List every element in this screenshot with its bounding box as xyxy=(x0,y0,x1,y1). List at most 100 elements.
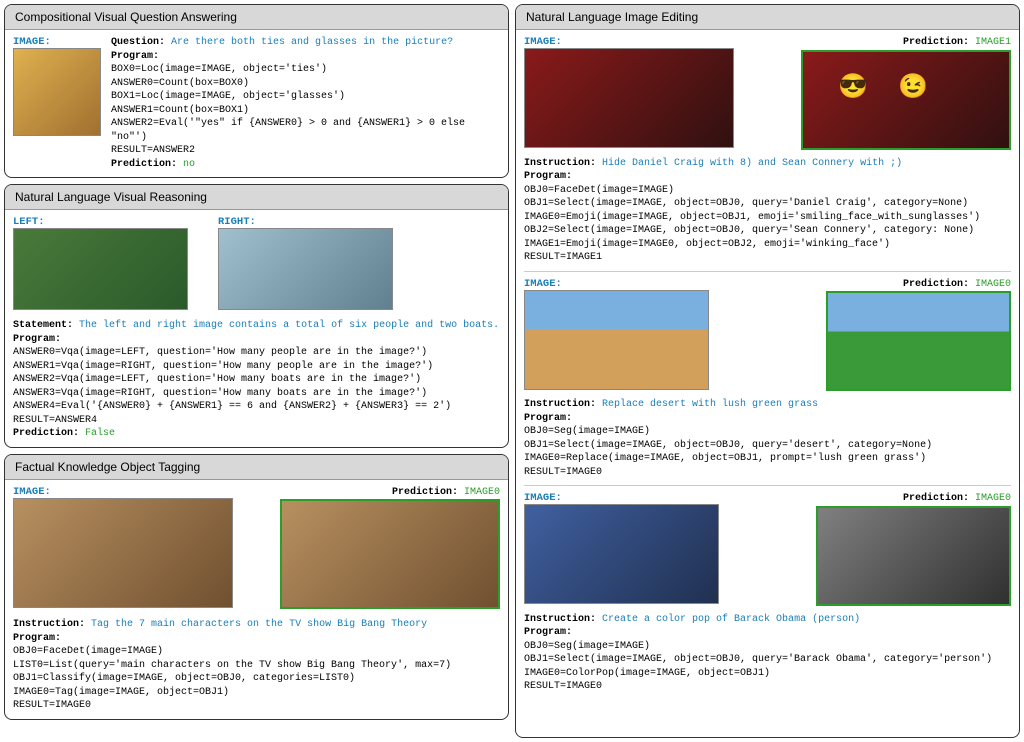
vqa-pred-label: Prediction: xyxy=(111,159,177,170)
vqa-pred-value: no xyxy=(183,159,195,170)
edit1-instruction-text: Hide Daniel Craig with 8) and Sean Conne… xyxy=(602,158,902,169)
edit2-instruction-label: Instruction: xyxy=(524,399,596,410)
vqa-program-label: Program: xyxy=(111,50,500,64)
tagging-instruction-text: Tag the 7 main characters on the TV show… xyxy=(91,619,427,630)
edit2-image-label: IMAGE: xyxy=(524,278,709,290)
edit2-pred-label: Prediction: xyxy=(903,279,969,290)
right-column: Natural Language Image Editing IMAGE: Pr… xyxy=(515,4,1020,738)
edit2-image-output xyxy=(826,291,1011,391)
edit3-pred-block: Prediction: IMAGE0 xyxy=(816,492,1011,609)
edit2-instruction-line: Instruction: Replace desert with lush gr… xyxy=(524,398,1011,412)
edit2-instruction-text: Replace desert with lush green grass xyxy=(602,399,818,410)
panel-tagging: Factual Knowledge Object Tagging IMAGE: … xyxy=(4,454,509,720)
edit2-pred-block: Prediction: IMAGE0 xyxy=(826,278,1011,395)
edit2-image-block: IMAGE: xyxy=(524,278,709,393)
panel-editing-body: IMAGE: Prediction: IMAGE1 😎 😉 Instructi xyxy=(516,30,1019,700)
edit3-program-lines: OBJ0=Seg(image=IMAGE) OBJ1=Select(image=… xyxy=(524,640,1011,694)
vqa-prediction-line: Prediction: no xyxy=(111,158,500,172)
nlvr-prediction-line: Prediction: False xyxy=(13,427,500,441)
edit1-program-label: Program: xyxy=(524,170,1011,184)
edit3-instruction-line: Instruction: Create a color pop of Barac… xyxy=(524,613,1011,627)
nlvr-right-label: RIGHT: xyxy=(218,216,393,228)
edit3-pred-line: Prediction: IMAGE0 xyxy=(816,492,1011,506)
vqa-image-label: IMAGE: xyxy=(13,36,101,48)
nlvr-program-label: Program: xyxy=(13,333,500,347)
edit1-image-output: 😎 😉 xyxy=(801,50,1011,150)
vqa-text-block: Question: Are there both ties and glasse… xyxy=(111,36,500,171)
edit1-program-lines: OBJ0=FaceDet(image=IMAGE) OBJ1=Select(im… xyxy=(524,184,1011,265)
nlvr-right-image xyxy=(218,228,393,310)
edit3-program-label: Program: xyxy=(524,626,1011,640)
edit3-pred-value: IMAGE0 xyxy=(975,493,1011,504)
edit1-top-row: IMAGE: Prediction: IMAGE1 😎 😉 xyxy=(524,36,1011,153)
tagging-pred-line: Prediction: IMAGE0 xyxy=(280,486,500,500)
edit1-pred-value: IMAGE1 xyxy=(975,37,1011,48)
panel-vqa: Compositional Visual Question Answering … xyxy=(4,4,509,178)
edit1-image-block: IMAGE: xyxy=(524,36,734,151)
edit3-image-output xyxy=(816,506,1011,606)
edit3-instruction-label: Instruction: xyxy=(524,614,596,625)
edit3-image-label: IMAGE: xyxy=(524,492,719,504)
edit3-top-row: IMAGE: Prediction: IMAGE0 xyxy=(524,492,1011,609)
vqa-question-label: Question: xyxy=(111,37,165,48)
edit2-top-row: IMAGE: Prediction: IMAGE0 xyxy=(524,278,1011,395)
edit1-pred-line: Prediction: IMAGE1 xyxy=(801,36,1011,50)
edit1-image-input xyxy=(524,48,734,148)
nlvr-images-row: LEFT: RIGHT: xyxy=(13,216,500,313)
vqa-program-lines: BOX0=Loc(image=IMAGE, object='ties') ANS… xyxy=(111,63,500,158)
tagging-image-output xyxy=(280,499,500,609)
nlvr-left-block: LEFT: xyxy=(13,216,188,313)
tagging-instruction-line: Instruction: Tag the 7 main characters o… xyxy=(13,618,500,632)
edit2-program-label: Program: xyxy=(524,412,1011,426)
nlvr-pred-value: False xyxy=(85,428,115,439)
left-column: Compositional Visual Question Answering … xyxy=(4,4,509,738)
edit3-image-block: IMAGE: xyxy=(524,492,719,607)
vqa-question-line: Question: Are there both ties and glasse… xyxy=(111,36,500,50)
panel-editing-header: Natural Language Image Editing xyxy=(516,5,1019,30)
edit1-pred-label: Prediction: xyxy=(903,37,969,48)
panel-nlvr-body: LEFT: RIGHT: Statement: The left and rig… xyxy=(5,210,508,447)
edit2-pred-value: IMAGE0 xyxy=(975,279,1011,290)
tagging-program-label: Program: xyxy=(13,632,500,646)
panel-nlvr-header: Natural Language Visual Reasoning xyxy=(5,185,508,210)
edit3-image-input xyxy=(524,504,719,604)
nlvr-pred-label: Prediction: xyxy=(13,428,79,439)
edit2-program-lines: OBJ0=Seg(image=IMAGE) OBJ1=Select(image=… xyxy=(524,425,1011,479)
panel-nlvr: Natural Language Visual Reasoning LEFT: … xyxy=(4,184,509,448)
edit3-pred-label: Prediction: xyxy=(903,493,969,504)
panel-editing: Natural Language Image Editing IMAGE: Pr… xyxy=(515,4,1020,738)
vqa-image-block: IMAGE: xyxy=(13,36,101,139)
edit2-image-input xyxy=(524,290,709,390)
edit1-pred-block: Prediction: IMAGE1 😎 😉 xyxy=(801,36,1011,153)
nlvr-left-label: LEFT: xyxy=(13,216,188,228)
nlvr-program-lines: ANSWER0=Vqa(image=LEFT, question='How ma… xyxy=(13,346,500,427)
edit3-instruction-text: Create a color pop of Barack Obama (pers… xyxy=(602,614,860,625)
wink-emoji-icon: 😉 xyxy=(898,72,928,101)
panel-tagging-body: IMAGE: Prediction: IMAGE0 Instruction: T… xyxy=(5,480,508,719)
edit1-instruction-label: Instruction: xyxy=(524,158,596,169)
panel-vqa-body: IMAGE: Question: Are there both ties and… xyxy=(5,30,508,177)
separator xyxy=(524,485,1011,486)
nlvr-statement-line: Statement: The left and right image cont… xyxy=(13,319,500,333)
nlvr-statement-text: The left and right image contains a tota… xyxy=(79,320,499,331)
tagging-pred-value: IMAGE0 xyxy=(464,487,500,498)
tagging-image-block: IMAGE: xyxy=(13,486,233,611)
nlvr-left-image xyxy=(13,228,188,310)
edit1-instruction-line: Instruction: Hide Daniel Craig with 8) a… xyxy=(524,157,1011,171)
panel-tagging-header: Factual Knowledge Object Tagging xyxy=(5,455,508,480)
tagging-image-label: IMAGE: xyxy=(13,486,233,498)
edit1-image-label: IMAGE: xyxy=(524,36,734,48)
vqa-question-text: Are there both ties and glasses in the p… xyxy=(171,37,453,48)
panel-vqa-header: Compositional Visual Question Answering xyxy=(5,5,508,30)
nlvr-right-block: RIGHT: xyxy=(218,216,393,313)
edit2-pred-line: Prediction: IMAGE0 xyxy=(826,278,1011,292)
tagging-instruction-label: Instruction: xyxy=(13,619,85,630)
tagging-pred-block: Prediction: IMAGE0 xyxy=(280,486,500,613)
separator xyxy=(524,271,1011,272)
tagging-image-input xyxy=(13,498,233,608)
nlvr-statement-label: Statement: xyxy=(13,320,73,331)
tagging-top-row: IMAGE: Prediction: IMAGE0 xyxy=(13,486,500,613)
sunglasses-emoji-icon: 😎 xyxy=(838,72,868,101)
tagging-pred-label: Prediction: xyxy=(392,487,458,498)
vqa-image xyxy=(13,48,101,136)
